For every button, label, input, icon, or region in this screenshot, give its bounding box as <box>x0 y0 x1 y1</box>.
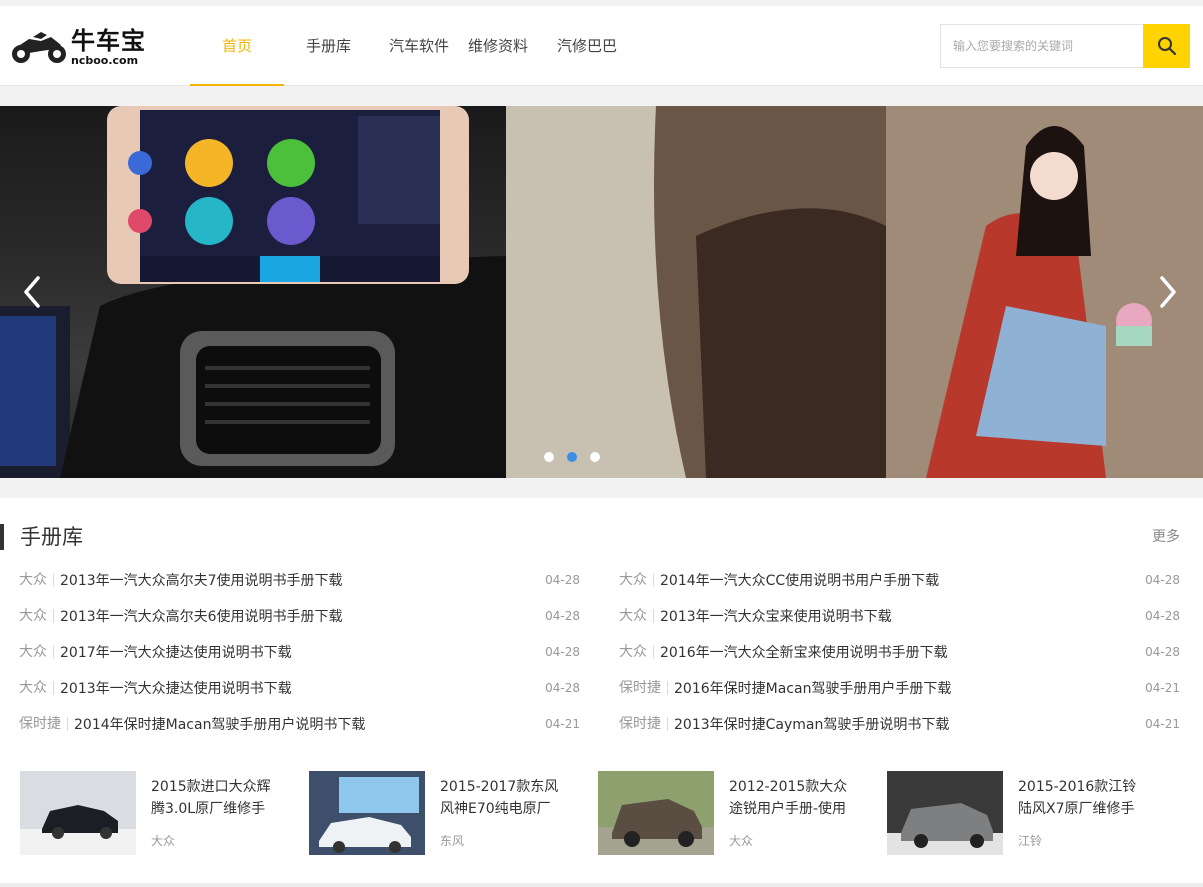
manuals-section: 手册库 更多 大众 2013年一汽大众高尔夫7使用说明书手册下载 04-28 大众 2… <box>0 498 1203 883</box>
nav-car-software[interactable]: 汽车软件 <box>370 6 468 86</box>
list-item-title[interactable]: 2016年一汽大众全新宝来使用说明书手册下载 <box>660 642 948 662</box>
manual-card[interactable]: 2015-2017款东风风神E70纯电原厂维… 东风 <box>309 771 598 857</box>
card-brand[interactable]: 江铃 <box>1018 832 1148 849</box>
carousel-slide-interior <box>506 106 1203 478</box>
bottom-divider <box>0 883 1203 887</box>
manual-cards: 2015款进口大众辉腾3.0L原厂维修手册… 大众 2015-2017款东风风神… <box>20 771 1176 857</box>
card-thumbnail[interactable] <box>887 771 1003 855</box>
list-item[interactable]: 大众 2013年一汽大众高尔夫7使用说明书手册下载 04-28 <box>19 562 580 598</box>
card-brand[interactable]: 大众 <box>729 832 859 849</box>
list-item[interactable]: 保时捷 2016年保时捷Macan驾驶手册用户手册下载 04-21 <box>619 670 1180 706</box>
list-item-title[interactable]: 2013年一汽大众高尔夫6使用说明书手册下载 <box>60 606 343 626</box>
logo-text-en: ncboo.com <box>71 53 139 67</box>
list-item-title[interactable]: 2013年保时捷Cayman驾驶手册说明书下载 <box>674 714 949 734</box>
card-title[interactable]: 2015款进口大众辉腾3.0L原厂维修手册… <box>151 776 281 820</box>
carousel-next-arrow-icon[interactable] <box>1156 274 1180 310</box>
manual-card[interactable]: 2015-2016款江铃陆风X7原厂维修手册… 江铃 <box>887 771 1176 857</box>
car-interior-image <box>506 106 1203 478</box>
nav-manuals[interactable]: 手册库 <box>284 6 370 86</box>
list-item-date: 04-28 <box>1145 645 1180 659</box>
manual-card[interactable]: 2012-2015款大众途锐用户手册-使用说… 大众 <box>598 771 887 857</box>
manual-card[interactable]: 2015款进口大众辉腾3.0L原厂维修手册… 大众 <box>20 771 309 857</box>
card-title[interactable]: 2012-2015款大众途锐用户手册-使用说… <box>729 776 859 820</box>
list-item-title[interactable]: 2014年一汽大众CC使用说明书用户手册下载 <box>660 570 939 590</box>
manual-list-right: 大众 2014年一汽大众CC使用说明书用户手册下载 04-28 大众 2013年一汽大… <box>619 562 1180 742</box>
list-item-date: 04-28 <box>545 573 580 587</box>
nav-qixiu-baba[interactable]: 汽修巴巴 <box>547 6 636 86</box>
list-item-brand[interactable]: 大众 <box>619 645 654 659</box>
list-item[interactable]: 大众 2016年一汽大众全新宝来使用说明书手册下载 04-28 <box>619 634 1180 670</box>
card-title[interactable]: 2015-2016款江铃陆风X7原厂维修手册… <box>1018 776 1148 820</box>
list-item-title[interactable]: 2013年一汽大众捷达使用说明书下载 <box>60 678 292 698</box>
list-item-date: 04-21 <box>1145 681 1180 695</box>
list-item-brand[interactable]: 大众 <box>19 609 54 623</box>
nav-repair-docs[interactable]: 维修资料 <box>468 6 547 86</box>
site-logo[interactable]: 牛车宝 ncboo.com <box>11 26 146 68</box>
list-item-brand[interactable]: 大众 <box>19 645 54 659</box>
card-thumbnail[interactable] <box>598 771 714 855</box>
main-nav: 首页 手册库 汽车软件 维修资料 汽修巴巴 <box>190 6 636 86</box>
carousel-dot-3[interactable] <box>590 452 600 462</box>
search-icon <box>1157 37 1176 56</box>
motorbike-logo-icon <box>12 32 66 63</box>
list-item-title[interactable]: 2017年一汽大众捷达使用说明书下载 <box>60 642 292 662</box>
list-item-brand[interactable]: 保时捷 <box>19 717 68 731</box>
list-item-title[interactable]: 2016年保时捷Macan驾驶手册用户手册下载 <box>674 678 951 698</box>
list-item-brand[interactable]: 大众 <box>19 573 54 587</box>
card-brand[interactable]: 东风 <box>440 832 570 849</box>
logo-text-cn: 牛车宝 <box>71 26 146 55</box>
search-input[interactable] <box>940 24 1143 68</box>
manual-list-left: 大众 2013年一汽大众高尔夫7使用说明书手册下载 04-28 大众 2013年一汽大… <box>19 562 580 742</box>
section-title: 手册库 <box>0 524 83 550</box>
list-item-title[interactable]: 2014年保时捷Macan驾驶手册用户说明书下载 <box>74 714 365 734</box>
carousel-dot-2[interactable] <box>567 452 577 462</box>
list-item-title[interactable]: 2013年一汽大众宝来使用说明书下载 <box>660 606 892 626</box>
list-item[interactable]: 保时捷 2014年保时捷Macan驾驶手册用户说明书下载 04-21 <box>19 706 580 742</box>
list-item-date: 04-21 <box>1145 717 1180 731</box>
hero-carousel[interactable] <box>0 106 1203 478</box>
search-button[interactable] <box>1143 24 1190 68</box>
card-brand[interactable]: 大众 <box>151 832 281 849</box>
list-item-date: 04-21 <box>545 717 580 731</box>
list-item-brand[interactable]: 保时捷 <box>619 717 668 731</box>
car-screen-image <box>0 106 506 478</box>
list-item[interactable]: 大众 2013年一汽大众捷达使用说明书下载 04-28 <box>19 670 580 706</box>
list-item-brand[interactable]: 保时捷 <box>619 681 668 695</box>
list-item[interactable]: 大众 2017年一汽大众捷达使用说明书下载 04-28 <box>19 634 580 670</box>
carousel-dot-1[interactable] <box>544 452 554 462</box>
carousel-prev-arrow-icon[interactable] <box>20 274 44 310</box>
list-item[interactable]: 大众 2014年一汽大众CC使用说明书用户手册下载 04-28 <box>619 562 1180 598</box>
list-item-brand[interactable]: 大众 <box>619 609 654 623</box>
list-item-date: 04-28 <box>1145 609 1180 623</box>
more-link[interactable]: 更多 <box>1152 526 1180 546</box>
card-thumbnail[interactable] <box>309 771 425 855</box>
list-item-date: 04-28 <box>545 645 580 659</box>
search-bar <box>940 24 1190 68</box>
carousel-dots <box>544 452 600 462</box>
card-title[interactable]: 2015-2017款东风风神E70纯电原厂维… <box>440 776 570 820</box>
list-item-date: 04-28 <box>545 681 580 695</box>
site-header: 牛车宝 ncboo.com 首页 手册库 汽车软件 维修资料 汽修巴巴 <box>0 6 1203 86</box>
list-item-title[interactable]: 2013年一汽大众高尔夫7使用说明书手册下载 <box>60 570 343 590</box>
list-item-date: 04-28 <box>545 609 580 623</box>
list-item-brand[interactable]: 大众 <box>619 573 654 587</box>
list-item-date: 04-28 <box>1145 573 1180 587</box>
carousel-slide-carplay <box>0 106 506 478</box>
card-thumbnail[interactable] <box>20 771 136 855</box>
list-item[interactable]: 大众 2013年一汽大众高尔夫6使用说明书手册下载 04-28 <box>19 598 580 634</box>
list-item-brand[interactable]: 大众 <box>19 681 54 695</box>
list-item[interactable]: 保时捷 2013年保时捷Cayman驾驶手册说明书下载 04-21 <box>619 706 1180 742</box>
nav-home[interactable]: 首页 <box>190 6 284 86</box>
list-item[interactable]: 大众 2013年一汽大众宝来使用说明书下载 04-28 <box>619 598 1180 634</box>
